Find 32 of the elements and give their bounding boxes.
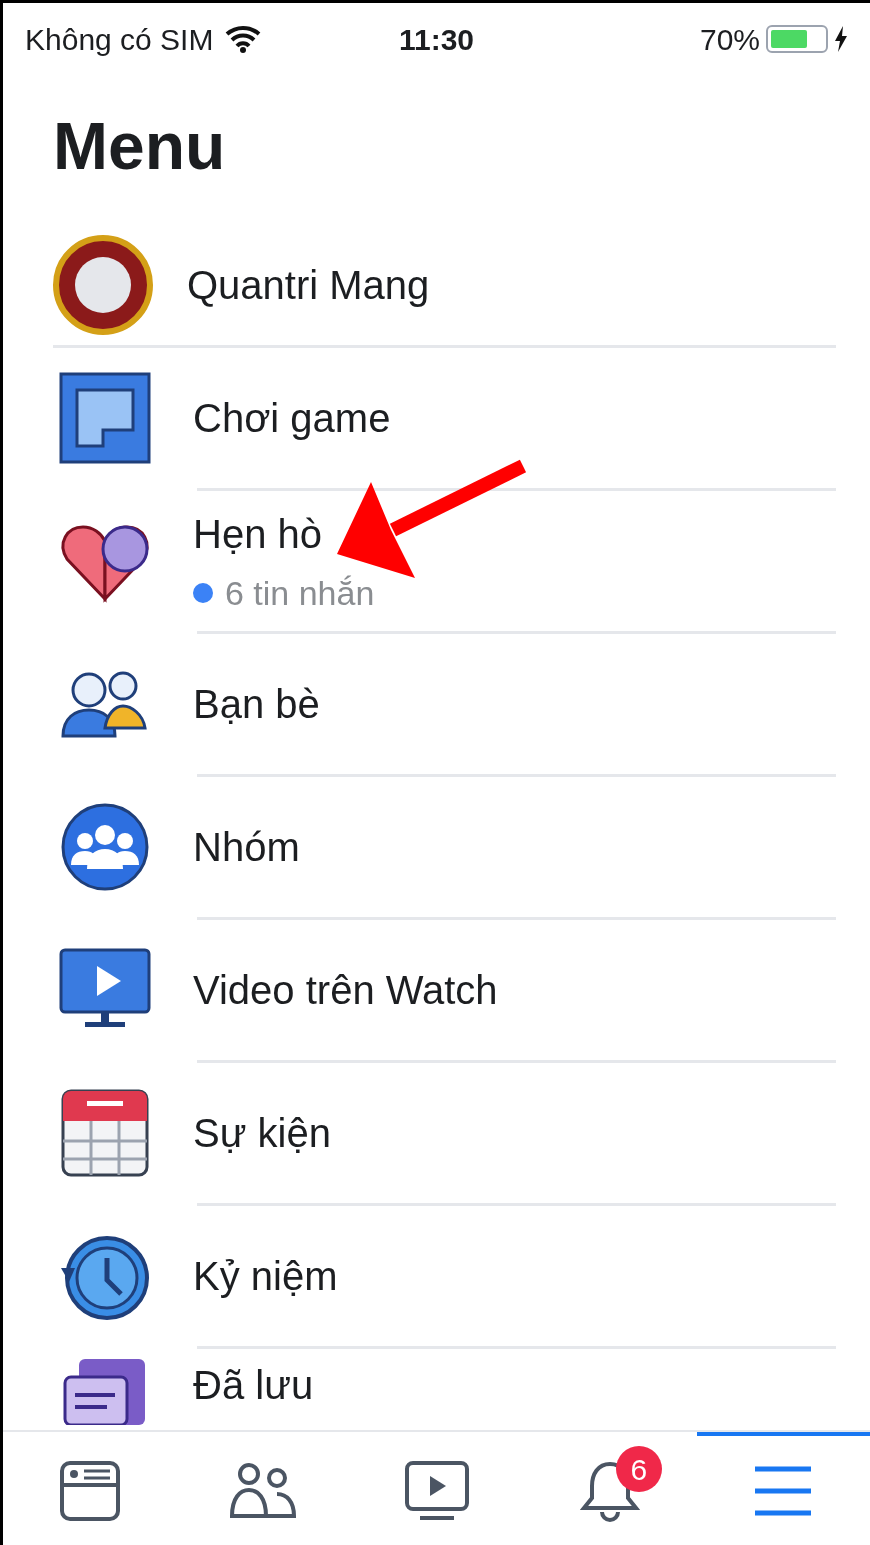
menu-item-label: Sự kiện <box>193 1110 331 1157</box>
menu-item-label: Kỷ niệm <box>193 1253 338 1300</box>
notification-badge: 6 <box>615 1446 662 1492</box>
battery-percent: 70% <box>699 21 760 58</box>
menu-item[interactable]: Đã lưu <box>3 1349 870 1425</box>
menu-item[interactable]: Hẹn hò 6 tin nhắn <box>3 491 870 631</box>
menu-item-label: Hẹn hò <box>193 510 323 558</box>
wifi-icon <box>225 25 262 53</box>
menu-item-label: Chơi game <box>193 395 391 442</box>
clock-time: 11:30 <box>398 21 475 58</box>
people-icon <box>229 1461 298 1520</box>
menu-item[interactable]: Sự kiện <box>3 1063 870 1203</box>
menu-icon <box>753 1464 814 1517</box>
menu-item-label: Video trên Watch <box>193 967 498 1014</box>
menu-item-label: Đã lưu <box>193 1362 314 1409</box>
video-icon <box>403 1459 470 1522</box>
battery-icon <box>766 25 828 53</box>
menu-item[interactable]: Bạn bè <box>3 634 870 774</box>
profile-name: Quantri Mang <box>187 262 430 309</box>
square-tile-icon <box>57 370 153 466</box>
menu-item-label: Bạn bè <box>193 681 320 728</box>
menu-item[interactable]: Kỷ niệm <box>3 1206 870 1346</box>
page-title: Menu <box>52 108 227 185</box>
menu-item[interactable]: Chơi game <box>3 348 870 488</box>
tab-bar-item[interactable]: 6 <box>523 1432 697 1545</box>
menu-item[interactable]: Nhóm <box>3 777 870 917</box>
news-feed-icon <box>57 1458 122 1523</box>
menu-item[interactable]: Video trên Watch <box>3 920 870 1060</box>
menu-item-label: Nhóm <box>193 824 300 871</box>
menu-item-subtitle: 6 tin nhắn <box>225 572 375 614</box>
carrier-text: Không có SIM <box>25 21 214 58</box>
charging-bolt-icon <box>834 26 848 52</box>
